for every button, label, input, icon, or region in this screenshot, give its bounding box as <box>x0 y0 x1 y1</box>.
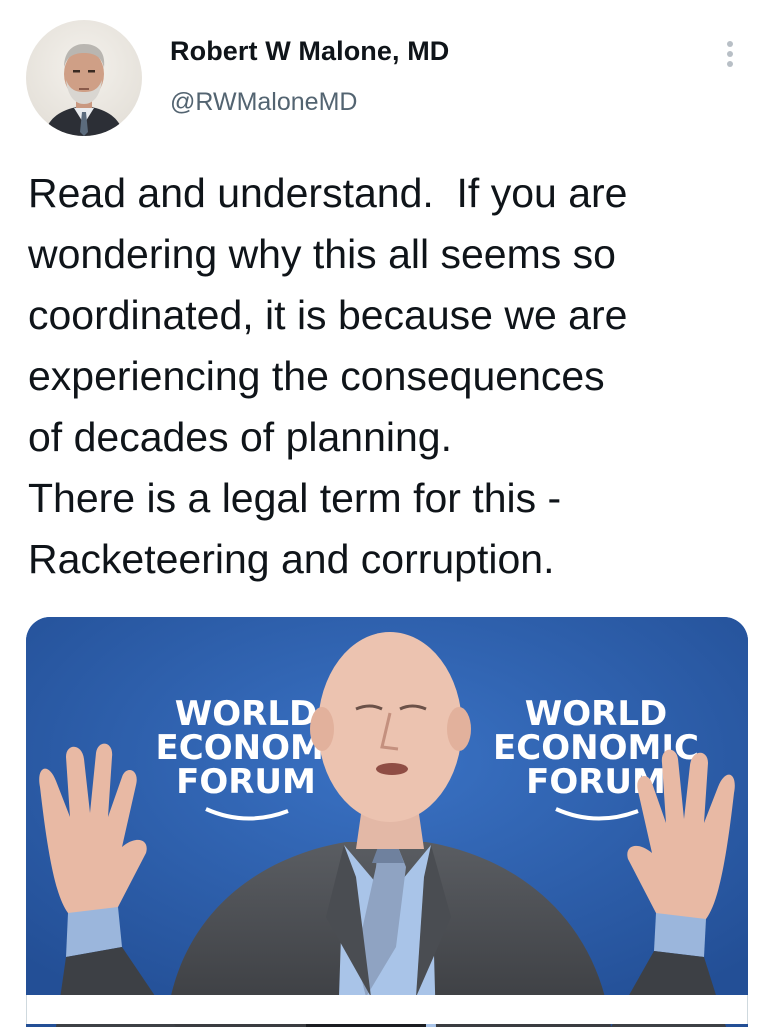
more-vertical-icon <box>727 41 733 67</box>
tweet-text-line: experiencing the consequences <box>28 353 605 399</box>
tweet-text-line: coordinated, it is because we are <box>28 292 628 338</box>
tweet-text-line: There is a legal term for this - <box>28 475 562 521</box>
tweet-text-line: Racketeering and corruption. <box>28 536 555 582</box>
author-handle[interactable]: @RWMaloneMD <box>170 88 357 117</box>
more-options-button[interactable] <box>716 34 744 74</box>
tweet-text-line: Read and understand. If you are <box>28 170 628 216</box>
tweet: Robert W Malone, MD @RWMaloneMD Read and… <box>0 0 774 1027</box>
tweet-media-image[interactable]: WORLD ECONOMI FORUM WORLD ECONOMIC FORUM <box>26 617 748 1027</box>
tweet-text-line: of decades of planning. <box>28 414 452 460</box>
avatar-photo-icon <box>44 44 124 136</box>
logo-left-line: FORUM <box>176 762 316 802</box>
logo-left: WORLD ECONOMI FORUM <box>156 694 336 821</box>
tweet-text-line: wondering why this all seems so <box>28 231 616 277</box>
author-display-name[interactable]: Robert W Malone, MD <box>170 36 449 67</box>
tweet-text: Read and understand. If you are wonderin… <box>28 163 758 590</box>
media-card-footer <box>26 995 748 1024</box>
media-photo: WORLD ECONOMI FORUM WORLD ECONOMIC FORUM <box>26 617 748 1027</box>
author-avatar[interactable] <box>26 20 142 136</box>
